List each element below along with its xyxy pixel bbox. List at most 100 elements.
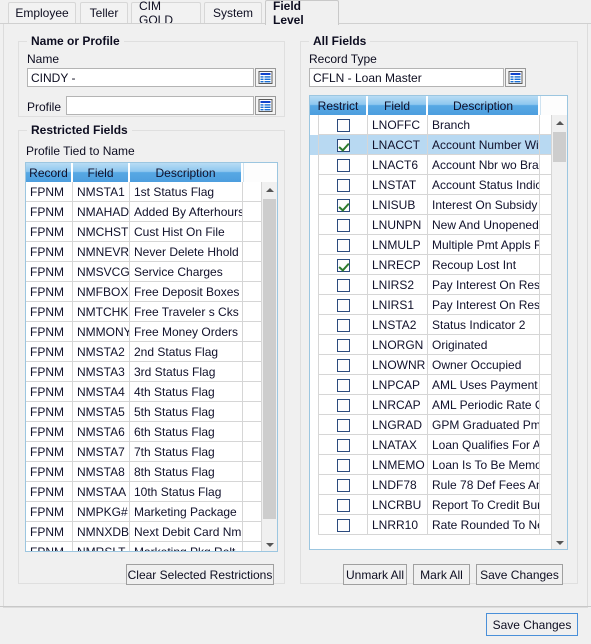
table-row[interactable]: FPNM NMMONY Free Money Orders bbox=[26, 322, 277, 342]
table-row[interactable]: FPNM NMSTA8 8th Status Flag bbox=[26, 462, 277, 482]
cell-restrict[interactable] bbox=[319, 355, 368, 375]
restrict-checkbox[interactable] bbox=[336, 318, 350, 332]
tab-system[interactable]: System bbox=[204, 2, 262, 23]
table-row[interactable]: FPNM NMCHST Cust Hist On File bbox=[26, 222, 277, 242]
scroll-up-icon[interactable] bbox=[552, 115, 567, 131]
cell-restrict[interactable] bbox=[319, 515, 368, 535]
cell-restrict[interactable] bbox=[319, 435, 368, 455]
table-row[interactable]: LNRCAP AML Periodic Rate Ca bbox=[310, 395, 567, 415]
restrict-checkbox[interactable] bbox=[336, 398, 350, 412]
table-row[interactable]: LNSTA2 Status Indicator 2 bbox=[310, 315, 567, 335]
restrict-checkbox[interactable] bbox=[336, 238, 350, 252]
col-header-field[interactable]: Field bbox=[368, 96, 428, 115]
scrollbar-thumb[interactable] bbox=[553, 132, 566, 162]
table-row[interactable]: LNORGN Originated bbox=[310, 335, 567, 355]
cell-restrict[interactable] bbox=[319, 175, 368, 195]
cell-restrict[interactable] bbox=[319, 135, 368, 155]
table-row[interactable]: LNDF78Rule 78 Def Fees Amo bbox=[310, 475, 567, 495]
cell-restrict[interactable] bbox=[319, 275, 368, 295]
cell-restrict[interactable] bbox=[319, 215, 368, 235]
table-row[interactable]: FPNM NMAHAD Added By Afterhours bbox=[26, 202, 277, 222]
tab-employee[interactable]: Employee bbox=[8, 2, 76, 23]
col-header-restrict[interactable]: Restrict bbox=[310, 96, 368, 115]
table-row[interactable]: FPNM NMTCHK Free Traveler s Cks bbox=[26, 302, 277, 322]
col-header-description[interactable]: Description bbox=[428, 96, 540, 115]
cell-restrict[interactable] bbox=[319, 115, 368, 135]
restrict-checkbox[interactable] bbox=[336, 258, 350, 272]
save-changes-button-grid[interactable]: Save Changes bbox=[476, 564, 563, 585]
table-row[interactable]: FPNM NMSTA5 5th Status Flag bbox=[26, 402, 277, 422]
name-input[interactable]: CINDY - bbox=[27, 68, 254, 87]
all-fields-grid-scrollbar[interactable] bbox=[551, 115, 567, 549]
restrict-checkbox[interactable] bbox=[336, 338, 350, 352]
restricted-grid-scrollbar[interactable] bbox=[261, 182, 277, 551]
col-header-field[interactable]: Field bbox=[73, 163, 130, 182]
table-row[interactable]: LNOWNR Owner Occupied bbox=[310, 355, 567, 375]
cell-restrict[interactable] bbox=[319, 455, 368, 475]
cell-restrict[interactable] bbox=[319, 255, 368, 275]
restrict-checkbox[interactable] bbox=[336, 438, 350, 452]
profile-picker-icon[interactable] bbox=[255, 96, 276, 115]
restrict-checkbox[interactable] bbox=[336, 498, 350, 512]
restrict-checkbox[interactable] bbox=[336, 158, 350, 172]
cell-restrict[interactable] bbox=[319, 155, 368, 175]
table-row[interactable]: FPNM NMNXDB Next Debit Card Nmbr bbox=[26, 522, 277, 542]
table-row[interactable]: FPNM NMSTA6 6th Status Flag bbox=[26, 422, 277, 442]
scroll-down-icon[interactable] bbox=[552, 535, 567, 549]
table-row[interactable]: LNGRAD GPM Graduated Pmts bbox=[310, 415, 567, 435]
col-header-description[interactable]: Description bbox=[130, 163, 243, 182]
restrict-checkbox[interactable] bbox=[336, 518, 350, 532]
scrollbar-thumb[interactable] bbox=[263, 199, 276, 519]
table-row[interactable]: LNIRS1 Pay Interest On Reser bbox=[310, 295, 567, 315]
table-row[interactable]: FPNM NMNEVR Never Delete Hhold bbox=[26, 242, 277, 262]
profile-input[interactable] bbox=[66, 96, 254, 115]
cell-restrict[interactable] bbox=[319, 395, 368, 415]
table-row[interactable]: FPNM NMFBOX Free Deposit Boxes bbox=[26, 282, 277, 302]
cell-restrict[interactable] bbox=[319, 235, 368, 255]
restrict-checkbox[interactable] bbox=[336, 278, 350, 292]
table-row[interactable]: LNSTAT Account Status Indica bbox=[310, 175, 567, 195]
table-row[interactable]: LNCRBU Report To Credit Bure bbox=[310, 495, 567, 515]
restrict-checkbox[interactable] bbox=[336, 298, 350, 312]
restrict-checkbox[interactable] bbox=[336, 458, 350, 472]
clear-selected-restrictions-button[interactable]: Clear Selected Restrictions bbox=[126, 564, 274, 585]
restrict-checkbox[interactable] bbox=[336, 138, 350, 152]
tab-field-level[interactable]: Field Level bbox=[265, 0, 339, 27]
save-changes-button-footer[interactable]: Save Changes bbox=[486, 613, 578, 636]
record-type-input[interactable]: CFLN - Loan Master bbox=[309, 68, 504, 87]
cell-restrict[interactable] bbox=[319, 195, 368, 215]
restrict-checkbox[interactable] bbox=[336, 358, 350, 372]
scroll-down-icon[interactable] bbox=[262, 537, 277, 551]
cell-restrict[interactable] bbox=[319, 295, 368, 315]
cell-restrict[interactable] bbox=[319, 315, 368, 335]
restricted-fields-grid[interactable]: Record Field Description FPNM NMSTA1 1st S… bbox=[25, 162, 278, 552]
restrict-checkbox[interactable] bbox=[336, 118, 350, 132]
cell-restrict[interactable] bbox=[319, 495, 368, 515]
restrict-checkbox[interactable] bbox=[336, 218, 350, 232]
name-picker-icon[interactable] bbox=[255, 68, 276, 87]
all-fields-grid[interactable]: Restrict Field Description LNOFFC Branch L… bbox=[309, 95, 568, 550]
record-type-picker-icon[interactable] bbox=[505, 68, 526, 87]
restrict-checkbox[interactable] bbox=[336, 378, 350, 392]
table-row[interactable]: LNIRS2 Pay Interest On Reser bbox=[310, 275, 567, 295]
table-row[interactable]: FPNM NMSTA7 7th Status Flag bbox=[26, 442, 277, 462]
table-row[interactable]: LNACCT Account Number With bbox=[310, 135, 567, 155]
tab-teller[interactable]: Teller bbox=[80, 2, 128, 23]
table-row[interactable]: FPNM NMSTAA 10th Status Flag bbox=[26, 482, 277, 502]
table-row[interactable]: LNACT6 Account Nbr wo Branc bbox=[310, 155, 567, 175]
table-row[interactable]: LNISUB Interest On Subsidy bbox=[310, 195, 567, 215]
table-row[interactable]: FPNM NMRSLT Marketing Pkg Relt bbox=[26, 542, 277, 551]
table-row[interactable]: LNRR10 Rate Rounded To Nea bbox=[310, 515, 567, 535]
scroll-up-icon[interactable] bbox=[262, 182, 277, 198]
table-row[interactable]: FPNM NMPKG# Marketing Package bbox=[26, 502, 277, 522]
cell-restrict[interactable] bbox=[319, 415, 368, 435]
table-row[interactable]: LNOFFC Branch bbox=[310, 115, 567, 135]
cell-restrict[interactable] bbox=[319, 475, 368, 495]
table-row[interactable]: LNATAX Loan Qualifies For Ad bbox=[310, 435, 567, 455]
table-row[interactable]: FPNM NMSTA1 1st Status Flag bbox=[26, 182, 277, 202]
restrict-checkbox[interactable] bbox=[336, 418, 350, 432]
table-row[interactable]: FPNM NMSTA3 3rd Status Flag bbox=[26, 362, 277, 382]
cell-restrict[interactable] bbox=[319, 375, 368, 395]
cell-restrict[interactable] bbox=[319, 335, 368, 355]
restrict-checkbox[interactable] bbox=[336, 478, 350, 492]
